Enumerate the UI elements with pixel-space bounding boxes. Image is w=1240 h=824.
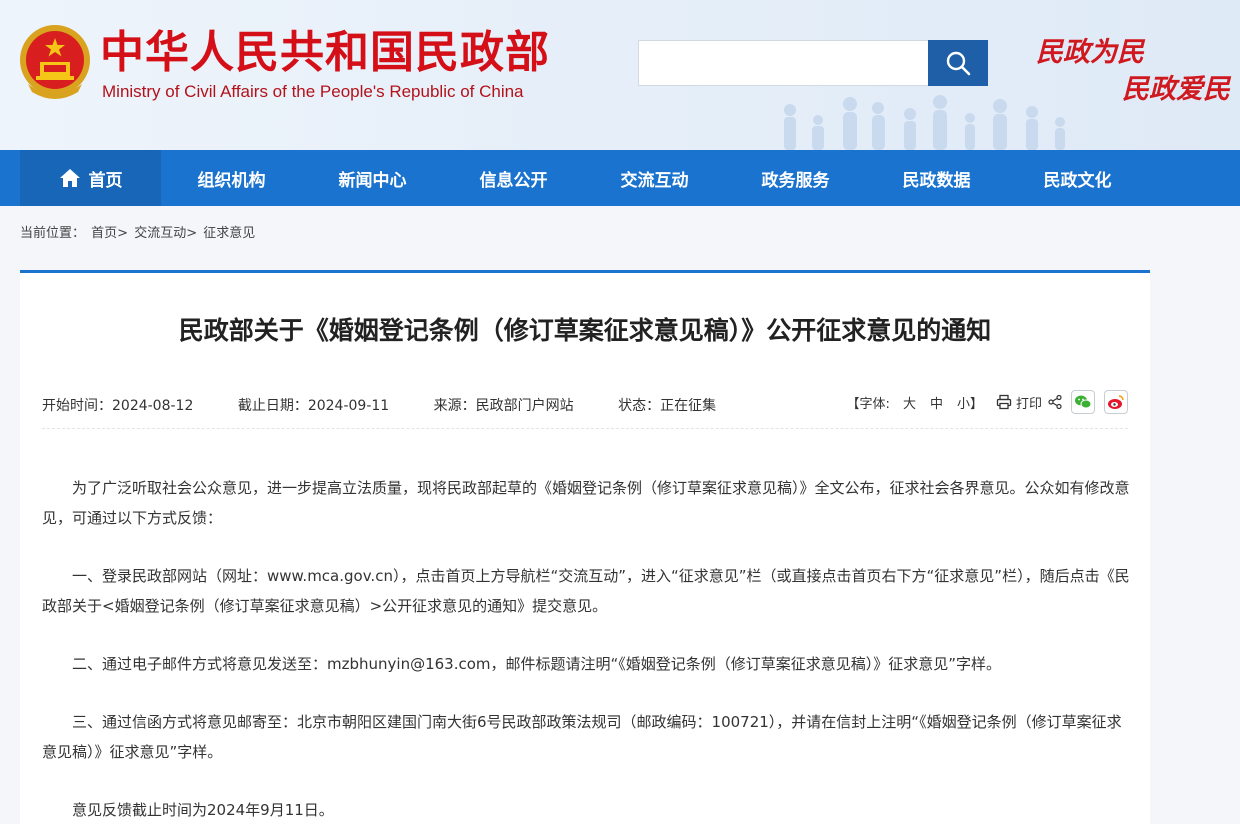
weibo-share-button[interactable] xyxy=(1104,390,1128,414)
share-icon[interactable] xyxy=(1048,395,1062,409)
meta-status: 状态：正在征集 xyxy=(618,398,717,414)
breadcrumb-link-home[interactable]: 首页> xyxy=(91,226,128,241)
site-header: 中华人民共和国民政部 Ministry of Civil Affairs of … xyxy=(0,0,1240,150)
nav-item-home[interactable]: 首页 xyxy=(20,150,161,206)
article-paragraph: 三、通过信函方式将意见邮寄至：北京市朝阳区建国门南大街6号民政部政策法规司（邮政… xyxy=(42,713,1122,761)
article-paragraph: 意见反馈截止时间为2024年9月11日。 xyxy=(72,801,334,819)
article-container: 民政部关于《婚姻登记条例（修订草案征求意见稿）》公开征求意见的通知 开始时间：2… xyxy=(20,270,1150,824)
meta-start-time: 开始时间：2024-08-12 xyxy=(42,398,194,414)
article-paragraph: 二、通过电子邮件方式将意见发送至：mzbhunyin@163.com，邮件标题请… xyxy=(72,655,1002,673)
nav-item-news-center[interactable]: 新闻中心 xyxy=(302,150,443,206)
site-name: 中华人民共和国民政部 xyxy=(100,27,550,78)
breadcrumb-current[interactable]: 征求意见 xyxy=(203,226,255,241)
meta-end-date: 截止日期：2024-09-11 xyxy=(237,398,390,414)
wechat-icon xyxy=(1075,395,1092,409)
article-paragraph: 为了广泛听取社会公众意见，进一步提高立法质量，现将民政部起草的《婚姻登记条例（修… xyxy=(42,479,1130,527)
article-paragraph: 一、登录民政部网站（网址：www.mca.gov.cn），点击首页上方导航栏“交… xyxy=(42,567,1130,615)
slogan-line-1: 民政为民 xyxy=(1036,37,1144,68)
font-size-large-button[interactable]: 大 xyxy=(903,393,916,412)
font-size-small-button[interactable]: 小】 xyxy=(957,393,983,412)
breadcrumb: 当前位置： 首页> 交流互动> 征求意见 xyxy=(20,222,257,241)
meta-source: 来源：民政部门户网站 xyxy=(433,398,574,414)
slogan-line-2: 民政爱民 xyxy=(1122,74,1230,105)
nav-item-information-disclosure[interactable]: 信息公开 xyxy=(443,150,584,206)
search-button[interactable] xyxy=(928,40,988,86)
weibo-icon xyxy=(1108,395,1124,409)
people-silhouette-decoration xyxy=(784,95,1065,150)
search-icon xyxy=(946,51,971,76)
print-label: 打印 xyxy=(1015,396,1042,412)
nav-item-civil-culture[interactable]: 民政文化 xyxy=(1007,150,1148,206)
home-icon xyxy=(59,168,81,188)
printer-icon xyxy=(996,394,1012,410)
article-meta: 开始时间：2024-08-12 截止日期：2024-09-11 来源：民政部门户… xyxy=(42,395,756,415)
nav-item-interaction[interactable]: 交流互动 xyxy=(584,150,725,206)
wechat-share-button[interactable] xyxy=(1071,390,1095,414)
font-size-medium-button[interactable]: 中 xyxy=(930,393,943,412)
nav-item-government-services[interactable]: 政务服务 xyxy=(725,150,866,206)
breadcrumb-prefix: 当前位置： xyxy=(20,226,86,241)
meta-divider xyxy=(42,428,1128,429)
breadcrumb-link-interaction[interactable]: 交流互动> xyxy=(134,226,197,241)
nav-item-label: 首页 xyxy=(88,170,123,191)
main-navigation: 首页 组织机构 新闻中心 信息公开 交流互动 政务服务 民政数据 民政文化 xyxy=(0,150,1240,206)
search-input[interactable] xyxy=(638,40,930,86)
nav-item-civil-data[interactable]: 民政数据 xyxy=(866,150,1007,206)
article-title: 民政部关于《婚姻登记条例（修订草案征求意见稿）》公开征求意见的通知 xyxy=(178,316,992,345)
article-body: 为了广泛听取社会公众意见，进一步提高立法质量，现将民政部起草的《婚姻登记条例（修… xyxy=(42,473,1132,824)
article-tools: 【字体: 大 中 小】 打印 xyxy=(847,390,1128,414)
font-size-label: 【字体: xyxy=(846,396,890,412)
national-emblem-icon xyxy=(20,25,90,99)
nav-item-organization[interactable]: 组织机构 xyxy=(161,150,302,206)
print-button[interactable]: 打印 xyxy=(996,393,1042,412)
site-name-english: Ministry of Civil Affairs of the People'… xyxy=(102,82,524,101)
